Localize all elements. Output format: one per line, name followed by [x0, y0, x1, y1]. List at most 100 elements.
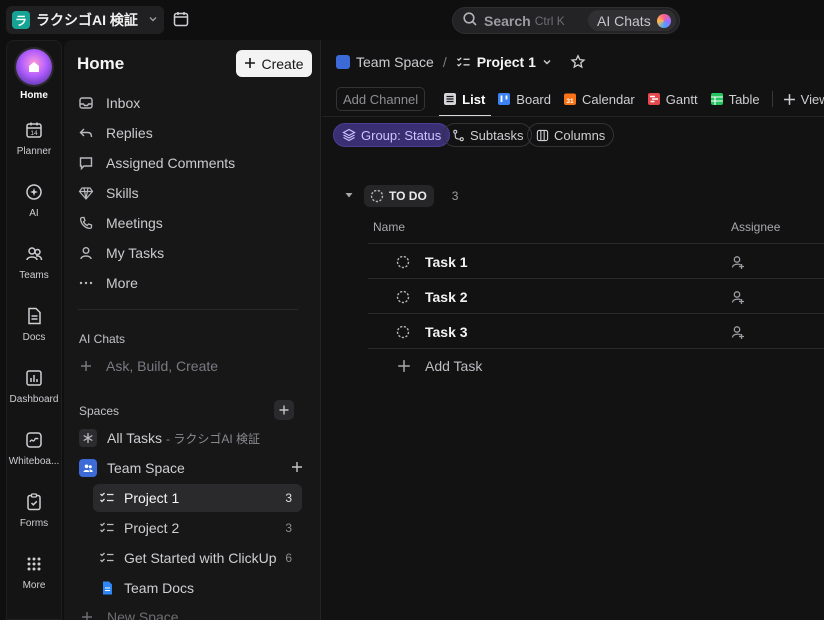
workspace-switcher[interactable]: ラ ラクシゴAI 検証 — [6, 6, 164, 34]
star-icon[interactable] — [570, 54, 586, 70]
create-label: Create — [261, 55, 304, 72]
table-row[interactable]: Task 3 — [368, 314, 824, 349]
tab-label: List — [462, 91, 486, 107]
status-circle-icon[interactable] — [396, 325, 410, 339]
rail-item-docs[interactable]: Docs — [7, 306, 61, 343]
team-space-icon — [336, 55, 350, 69]
calendar-icon[interactable] — [172, 10, 192, 30]
calendar-badge: 31 — [566, 98, 574, 105]
nav-rail: Home 14 Planner AI Teams Docs Dashboard … — [6, 40, 62, 620]
collapse-caret-icon[interactable] — [344, 190, 354, 203]
rail-label-planner: Planner — [16, 146, 52, 157]
rail-item-teams[interactable]: Teams — [7, 244, 61, 281]
rail-item-dashboard[interactable]: Dashboard — [7, 368, 61, 405]
rail-item-forms[interactable]: Forms — [7, 492, 61, 529]
rail-item-whiteboard[interactable]: Whiteboa... — [7, 430, 61, 467]
new-space-label: New Space — [107, 609, 179, 620]
planner-day: 14 — [30, 130, 38, 137]
list-label: Project 2 — [124, 520, 180, 536]
column-header-assignee[interactable]: Assignee — [731, 220, 780, 234]
list-label: Get Started with ClickUp — [124, 550, 277, 566]
breadcrumb-project[interactable]: Project 1 — [477, 54, 536, 70]
group-by-status-chip[interactable]: Group: Status — [333, 123, 451, 147]
rail-item-home[interactable]: Home — [7, 49, 61, 101]
tab-calendar[interactable]: 31 Calendar — [563, 84, 635, 114]
breadcrumb-space[interactable]: Team Space — [356, 54, 434, 70]
list-count: 3 — [285, 521, 292, 535]
checklist-icon — [100, 492, 114, 503]
sidebar-item-inbox[interactable]: Inbox — [78, 90, 140, 116]
workspace-name: ラクシゴAI 検証 — [36, 12, 138, 28]
status-circle-icon[interactable] — [396, 290, 410, 304]
home-avatar-icon — [16, 49, 52, 85]
sidebar-item-assigned-comments[interactable]: Assigned Comments — [78, 150, 235, 176]
task-name[interactable]: Task 3 — [425, 324, 468, 340]
search-icon — [462, 11, 478, 30]
rail-item-planner[interactable]: 14 Planner — [7, 120, 61, 157]
sidebar-item-label: Inbox — [106, 95, 141, 111]
rail-item-ai[interactable]: AI — [7, 182, 61, 219]
column-header-name[interactable]: Name — [373, 220, 405, 234]
docs-icon — [28, 307, 41, 325]
checklist-icon — [100, 522, 114, 533]
sidebar-item-my-tasks[interactable]: My Tasks — [78, 240, 164, 266]
breadcrumb: Team Space / Project 1 — [336, 54, 586, 70]
tab-gantt[interactable]: Gantt — [647, 84, 698, 114]
new-space-item[interactable]: New Space — [79, 603, 311, 620]
sidebar-item-replies[interactable]: Replies — [78, 120, 153, 146]
list-item-project-1[interactable]: Project 1 3 — [93, 484, 302, 512]
tab-label: Table — [728, 91, 760, 107]
table-row[interactable]: Task 2 — [368, 279, 824, 314]
main-content: Team Space / Project 1 Add Channel List … — [322, 40, 824, 620]
doc-item-team-docs[interactable]: Team Docs — [93, 574, 302, 602]
plus-icon — [244, 56, 256, 72]
comment-icon — [79, 157, 93, 171]
add-assignee-icon[interactable] — [730, 254, 746, 270]
status-badge[interactable]: TO DO — [364, 185, 434, 207]
search-bar[interactable]: Search Ctrl K AI Chats — [452, 7, 680, 34]
add-assignee-icon[interactable] — [730, 324, 746, 340]
sidebar-item-skills[interactable]: Skills — [78, 180, 139, 206]
add-channel-button[interactable]: Add Channel — [336, 87, 426, 111]
ai-chats-button[interactable]: AI Chats — [588, 10, 676, 31]
add-task-button[interactable]: Add Task — [397, 358, 482, 374]
status-circle-icon[interactable] — [396, 255, 410, 269]
sidebar-item-more[interactable]: More — [78, 270, 138, 296]
add-to-space-icon[interactable] — [291, 460, 303, 476]
asterisk-icon — [79, 429, 97, 447]
tab-list[interactable]: List — [439, 84, 492, 117]
sidebar-item-meetings[interactable]: Meetings — [78, 210, 163, 236]
create-button[interactable]: Create — [236, 50, 312, 77]
tab-table[interactable]: Table — [710, 84, 760, 114]
layers-icon — [342, 128, 356, 142]
space-item-team-space[interactable]: Team Space — [79, 454, 311, 482]
task-name[interactable]: Task 2 — [425, 289, 468, 305]
add-space-button[interactable] — [274, 400, 294, 420]
ai-sparkle-icon — [26, 184, 42, 200]
chevron-down-icon[interactable] — [542, 57, 552, 67]
list-item-project-2[interactable]: Project 2 3 — [93, 514, 302, 542]
search-shortcut: Ctrl K — [534, 13, 565, 28]
ai-chats-new[interactable]: Ask, Build, Create — [78, 353, 218, 379]
list-label: Project 1 — [124, 490, 180, 506]
task-name[interactable]: Task 1 — [425, 254, 468, 270]
workspace-logo: ラ — [12, 11, 30, 29]
sidebar-item-label: Skills — [106, 185, 139, 201]
add-assignee-icon[interactable] — [730, 289, 746, 305]
gantt-view-icon — [647, 93, 660, 105]
list-item-get-started[interactable]: Get Started with ClickUp 6 — [93, 544, 302, 572]
diamond-icon — [78, 187, 94, 200]
add-task-label: Add Task — [425, 358, 483, 374]
rail-item-more[interactable]: More — [7, 554, 61, 591]
add-view-button[interactable]: View — [783, 84, 824, 114]
subtasks-chip[interactable]: Subtasks — [443, 123, 533, 147]
rail-label-ai: AI — [29, 208, 39, 219]
plus-icon — [783, 93, 795, 105]
checklist-icon — [456, 56, 470, 67]
table-row[interactable]: Task 1 — [368, 244, 824, 279]
columns-chip[interactable]: Columns — [527, 123, 615, 147]
plus-icon — [398, 360, 410, 372]
all-tasks-item[interactable]: All Tasks - ラクシゴAI 検証 — [79, 424, 311, 452]
group-chip-label: Group: Status — [361, 127, 442, 143]
tab-board[interactable]: Board — [497, 84, 551, 114]
